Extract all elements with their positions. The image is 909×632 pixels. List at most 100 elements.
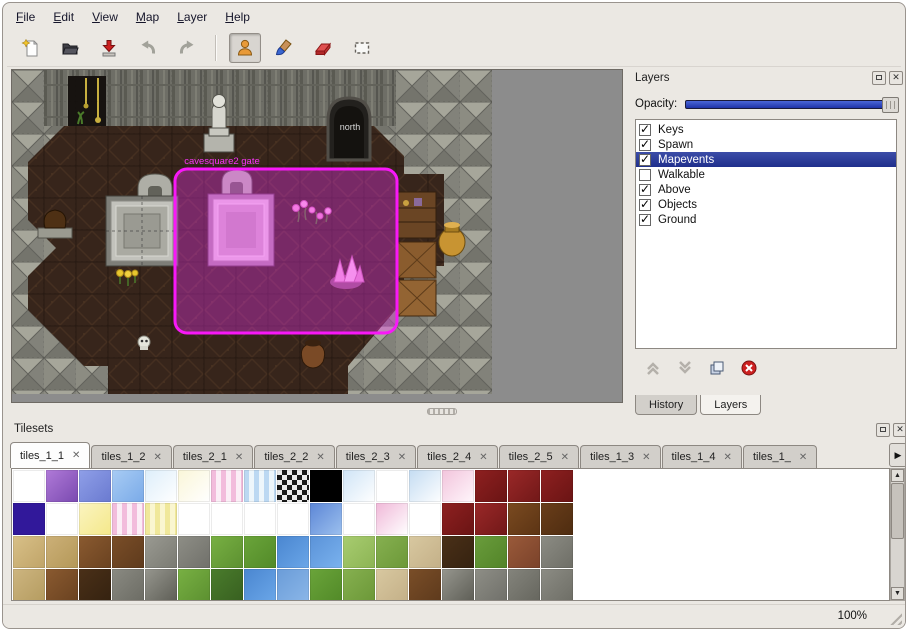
layer-visibility-checkbox[interactable] — [639, 169, 651, 181]
tileset-tile[interactable] — [376, 503, 408, 535]
scroll-down-button[interactable]: ▼ — [891, 587, 904, 600]
scrollbar-thumb[interactable] — [891, 483, 904, 539]
menu-item-file[interactable]: File — [7, 7, 44, 27]
tilesets-panel-titlebar[interactable]: Tilesets ✕ — [6, 421, 906, 439]
tileset-tile[interactable] — [310, 569, 342, 601]
tileset-tile[interactable] — [343, 470, 375, 502]
menu-item-view[interactable]: View — [83, 7, 127, 27]
float-panel-button[interactable] — [872, 71, 886, 85]
silver-door-object[interactable] — [106, 196, 178, 266]
tileset-tile[interactable] — [46, 470, 78, 502]
map-canvas[interactable]: north cavesquare2 gate — [11, 69, 623, 403]
tool-undo[interactable] — [132, 33, 164, 63]
tab-close-icon[interactable]: ✕ — [153, 452, 161, 463]
tileset-tile[interactable] — [145, 569, 177, 601]
tileset-tile[interactable] — [178, 470, 210, 502]
duplicate-layer-button[interactable] — [709, 360, 725, 381]
menu-item-help[interactable]: Help — [216, 7, 259, 27]
tileset-tile[interactable] — [442, 536, 474, 568]
close-panel-button[interactable]: ✕ — [889, 71, 903, 85]
tileset-tab[interactable]: tiles_2_2✕ — [254, 445, 334, 468]
tileset-tab[interactable]: tiles_1_3✕ — [580, 445, 660, 468]
tileset-tile[interactable] — [508, 470, 540, 502]
tab-close-icon[interactable]: ✕ — [724, 452, 732, 463]
tileset-tile[interactable] — [376, 536, 408, 568]
tool-eraser[interactable] — [307, 33, 339, 63]
tileset-tile[interactable] — [244, 470, 276, 502]
tileset-tile[interactable] — [79, 536, 111, 568]
tileset-tile[interactable] — [277, 536, 309, 568]
tab-close-icon[interactable]: ✕ — [235, 452, 243, 463]
horizontal-splitter[interactable] — [11, 405, 623, 417]
tileset-tile[interactable] — [277, 470, 309, 502]
tileset-tile[interactable] — [409, 470, 441, 502]
tileset-tile[interactable] — [112, 569, 144, 601]
layer-visibility-checkbox[interactable] — [639, 184, 651, 196]
tileset-tile[interactable] — [112, 536, 144, 568]
tileset-tile[interactable] — [112, 503, 144, 535]
tileset-tile[interactable] — [343, 569, 375, 601]
tab-close-icon[interactable]: ✕ — [479, 452, 487, 463]
tab-close-icon[interactable]: ✕ — [561, 452, 569, 463]
tileset-tab[interactable]: tiles_1_1✕ — [10, 442, 90, 468]
resize-grip-icon[interactable] — [887, 610, 902, 625]
layer-row[interactable]: Ground — [636, 212, 896, 227]
tileset-grid[interactable] — [11, 468, 890, 601]
tileset-tile[interactable] — [310, 536, 342, 568]
tileset-tab[interactable]: tiles_2_5✕ — [499, 445, 579, 468]
tool-open[interactable] — [54, 33, 86, 63]
tileset-tile[interactable] — [13, 536, 45, 568]
tool-select[interactable] — [346, 33, 378, 63]
tileset-tile[interactable] — [145, 470, 177, 502]
scroll-up-button[interactable]: ▲ — [891, 469, 904, 482]
tileset-tile[interactable] — [211, 536, 243, 568]
tileset-tile[interactable] — [343, 503, 375, 535]
tileset-tile[interactable] — [112, 470, 144, 502]
opacity-slider-handle[interactable] — [882, 97, 899, 113]
layer-row[interactable]: Objects — [636, 197, 896, 212]
tileset-tile[interactable] — [178, 503, 210, 535]
tileset-tab[interactable]: tiles_2_1✕ — [173, 445, 253, 468]
map-svg[interactable]: north cavesquare2 gate — [12, 70, 492, 394]
tileset-tile[interactable] — [310, 503, 342, 535]
tileset-tile[interactable] — [46, 503, 78, 535]
tileset-tile[interactable] — [442, 470, 474, 502]
tileset-scrollbar[interactable]: ▲ ▼ — [890, 468, 905, 601]
tool-new[interactable] — [15, 33, 47, 63]
tool-save[interactable] — [93, 33, 125, 63]
panel-tab-history[interactable]: History — [635, 395, 697, 415]
tileset-tile[interactable] — [79, 503, 111, 535]
tab-scroll-right-button[interactable]: ▶ — [889, 443, 906, 467]
tab-close-icon[interactable]: ✕ — [316, 452, 324, 463]
tileset-tile[interactable] — [541, 470, 573, 502]
tileset-tile[interactable] — [409, 503, 441, 535]
tileset-tile[interactable] — [508, 503, 540, 535]
tileset-tile[interactable] — [178, 569, 210, 601]
tileset-tile[interactable] — [145, 503, 177, 535]
layer-row[interactable]: Mapevents — [636, 152, 896, 167]
tileset-tile[interactable] — [13, 569, 45, 601]
layer-row[interactable]: Above — [636, 182, 896, 197]
menu-item-layer[interactable]: Layer — [168, 7, 216, 27]
tab-close-icon[interactable]: ✕ — [642, 452, 650, 463]
tileset-tile[interactable] — [46, 536, 78, 568]
tileset-tile[interactable] — [343, 536, 375, 568]
layer-list[interactable]: KeysSpawnMapeventsWalkableAboveObjectsGr… — [635, 119, 897, 349]
tileset-tile[interactable] — [211, 470, 243, 502]
tileset-tile[interactable] — [211, 503, 243, 535]
selection-rectangle[interactable] — [175, 169, 397, 333]
opacity-slider[interactable] — [685, 100, 899, 109]
tileset-tab[interactable]: tiles_1_✕ — [743, 445, 817, 468]
tileset-tile[interactable] — [376, 569, 408, 601]
tileset-tile[interactable] — [13, 503, 45, 535]
delete-layer-button[interactable] — [741, 360, 757, 381]
layer-visibility-checkbox[interactable] — [639, 214, 651, 226]
panel-tab-layers[interactable]: Layers — [700, 395, 761, 415]
tileset-tile[interactable] — [475, 569, 507, 601]
splitter-grip-icon[interactable] — [427, 408, 457, 415]
tileset-tile[interactable] — [211, 569, 243, 601]
layer-visibility-checkbox[interactable] — [639, 154, 651, 166]
tileset-tile[interactable] — [409, 536, 441, 568]
raise-layer-button[interactable] — [645, 360, 661, 381]
tileset-tile[interactable] — [13, 470, 45, 502]
